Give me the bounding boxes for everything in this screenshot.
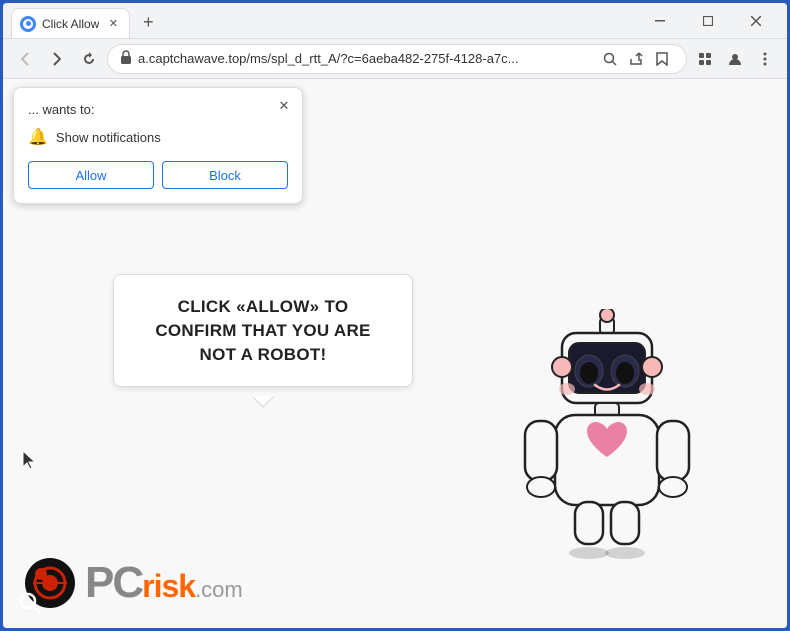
active-tab[interactable]: Click Allow ✕ xyxy=(11,8,130,38)
favicon-dot xyxy=(26,21,31,26)
popup-notification-row: 🔔 Show notifications xyxy=(28,127,288,147)
tab-strip: Click Allow ✕ + xyxy=(11,3,637,38)
tab-title: Click Allow xyxy=(42,17,99,31)
block-button[interactable]: Block xyxy=(162,161,288,189)
robot-character xyxy=(507,309,707,569)
forward-button[interactable] xyxy=(43,45,71,73)
popup-wants-label: ... wants to: xyxy=(28,102,288,117)
address-text: a.captchawave.top/ms/spl_d_rtt_A/?c=6aeb… xyxy=(138,51,592,66)
address-bar: a.captchawave.top/ms/spl_d_rtt_A/?c=6aeb… xyxy=(3,39,787,79)
extensions-button[interactable] xyxy=(691,45,719,73)
toolbar-icons xyxy=(691,45,779,73)
logo-dot-com: .com xyxy=(195,577,243,603)
popup-buttons: Allow Block xyxy=(28,161,288,189)
maximize-button[interactable] xyxy=(685,5,731,37)
refresh-button[interactable] xyxy=(75,45,103,73)
share-icon-btn[interactable] xyxy=(624,47,648,71)
bell-icon: 🔔 xyxy=(28,127,48,147)
speech-bubble: CLICK «ALLOW» TO CONFIRM THAT YOU ARE NO… xyxy=(113,274,413,387)
search-icon-btn[interactable] xyxy=(598,47,622,71)
menu-button[interactable] xyxy=(751,45,779,73)
tab-close-button[interactable]: ✕ xyxy=(105,16,121,32)
page-content: ✕ ... wants to: 🔔 Show notifications All… xyxy=(3,79,787,628)
close-button[interactable] xyxy=(733,5,779,37)
minimize-button[interactable] xyxy=(637,5,683,37)
browser-window: Click Allow ✕ + xyxy=(3,3,787,628)
cursor xyxy=(21,449,39,476)
logo-risk-text: risk xyxy=(142,568,195,605)
title-bar: Click Allow ✕ + xyxy=(3,3,787,39)
notification-popup: ✕ ... wants to: 🔔 Show notifications All… xyxy=(13,87,303,204)
allow-button[interactable]: Allow xyxy=(28,161,154,189)
profile-button[interactable] xyxy=(721,45,749,73)
address-icons xyxy=(598,47,674,71)
new-tab-button[interactable]: + xyxy=(134,8,162,36)
notification-text: Show notifications xyxy=(56,130,161,145)
pcrisk-logo: PC risk .com xyxy=(23,556,243,610)
tab-favicon xyxy=(20,16,36,32)
favicon-inner xyxy=(23,19,33,29)
address-input[interactable]: a.captchawave.top/ms/spl_d_rtt_A/?c=6aeb… xyxy=(107,44,687,74)
popup-close-button[interactable]: ✕ xyxy=(274,96,294,116)
window-controls xyxy=(637,5,779,37)
bubble-text: CLICK «ALLOW» TO CONFIRM THAT YOU ARE NO… xyxy=(155,297,370,364)
back-button[interactable] xyxy=(11,45,39,73)
bookmark-icon-btn[interactable] xyxy=(650,47,674,71)
logo-pc-text: PC xyxy=(85,558,142,608)
lock-icon xyxy=(120,50,132,67)
